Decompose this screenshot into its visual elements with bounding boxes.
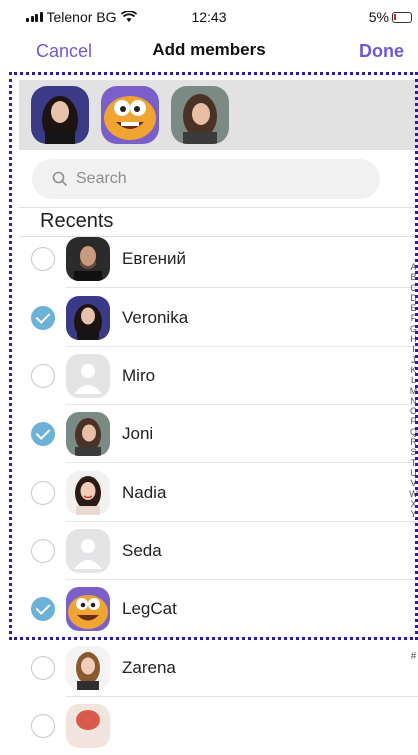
battery-icon: [392, 11, 412, 23]
contact-row-legcat[interactable]: LegCat: [19, 580, 418, 638]
search-bar[interactable]: Search: [32, 159, 380, 199]
index-letter[interactable]: E: [409, 303, 418, 313]
divider: [19, 207, 418, 208]
index-letter[interactable]: Y: [409, 509, 418, 519]
selected-avatar-veronika[interactable]: [31, 86, 89, 144]
contact-row-partial[interactable]: [19, 697, 399, 755]
contact-name: Евгений: [122, 249, 187, 268]
index-letter[interactable]: K: [409, 365, 418, 375]
index-letter[interactable]: U: [409, 468, 418, 478]
index-letter[interactable]: D: [409, 293, 418, 303]
contact-row-joni[interactable]: Joni: [19, 405, 418, 463]
index-letter[interactable]: L: [409, 375, 418, 385]
selected-avatar-legcat[interactable]: [101, 86, 159, 144]
index-letter[interactable]: J: [409, 355, 418, 365]
row-divider: [66, 287, 418, 288]
default-avatar-icon: [66, 529, 110, 573]
avatar: [66, 237, 110, 281]
selected-members-strip[interactable]: [19, 80, 418, 150]
checkbox[interactable]: [31, 656, 55, 680]
status-bar: Telenor BG 12:43 5%: [0, 0, 418, 34]
navigation-bar: Cancel Add members Done: [0, 34, 418, 70]
contact-name: Veronika: [122, 308, 189, 327]
contact-row-zarena[interactable]: Zarena: [19, 639, 418, 697]
index-letter[interactable]: X: [409, 499, 418, 509]
index-letter[interactable]: Q: [409, 427, 418, 437]
checkbox[interactable]: [31, 364, 55, 388]
avatar: [66, 471, 110, 515]
index-letter[interactable]: R: [409, 437, 418, 447]
avatar: [66, 412, 110, 456]
contact-name: Joni: [122, 424, 154, 443]
index-letter[interactable]: O: [409, 406, 418, 416]
index-letter[interactable]: A: [409, 262, 418, 272]
alphabet-index[interactable]: ABCDEFGHIJKLMNOPQRSTUVWXY #: [409, 262, 418, 662]
avatar: [66, 296, 110, 340]
battery-percent: 5%: [368, 9, 389, 25]
contact-row-seda[interactable]: Seda: [19, 522, 418, 580]
contact-name: Zarena: [122, 658, 176, 677]
index-letter[interactable]: F: [409, 313, 418, 323]
index-letter[interactable]: S: [409, 447, 418, 457]
contact-name: Nadia: [122, 483, 167, 502]
index-letter[interactable]: N: [409, 396, 418, 406]
contact-row-nadia[interactable]: Nadia: [19, 464, 418, 522]
selected-avatar-joni[interactable]: [171, 86, 229, 144]
contact-name: Seda: [122, 541, 162, 560]
checkbox-checked[interactable]: [31, 597, 55, 621]
index-letter[interactable]: V: [409, 478, 418, 488]
index-letter[interactable]: T: [409, 458, 418, 468]
page-title: Add members: [152, 40, 266, 59]
search-icon: [52, 171, 68, 187]
row-divider: [66, 462, 418, 463]
checkbox[interactable]: [31, 539, 55, 563]
checkbox[interactable]: [31, 714, 55, 738]
checkbox[interactable]: [31, 247, 55, 271]
search-input[interactable]: Search: [76, 170, 127, 188]
avatar: [66, 704, 110, 748]
row-divider: [66, 637, 418, 638]
index-letter[interactable]: I: [409, 344, 418, 354]
index-letter[interactable]: B: [409, 272, 418, 282]
contact-name: LegCat: [122, 599, 177, 618]
checkbox[interactable]: [31, 481, 55, 505]
contact-row-evgeniy[interactable]: Евгений: [19, 230, 418, 288]
avatar: [66, 587, 110, 631]
index-letter[interactable]: G: [409, 324, 418, 334]
checkbox-checked[interactable]: [31, 422, 55, 446]
contact-row-veronika[interactable]: Veronika: [19, 289, 418, 347]
index-hash[interactable]: #: [409, 651, 418, 662]
battery-status: 5%: [369, 9, 412, 25]
index-letter[interactable]: P: [409, 416, 418, 426]
index-letter[interactable]: M: [409, 386, 418, 396]
checkbox-checked[interactable]: [31, 306, 55, 330]
index-letter[interactable]: H: [409, 334, 418, 344]
done-button[interactable]: Done: [359, 41, 404, 62]
index-letter[interactable]: W: [409, 489, 418, 499]
avatar: [66, 646, 110, 690]
contact-row-miro[interactable]: Miro: [19, 347, 418, 405]
clock: 12:43: [191, 9, 227, 25]
contact-name: Miro: [122, 366, 156, 385]
default-avatar-icon: [66, 354, 110, 398]
index-letter[interactable]: C: [409, 283, 418, 293]
